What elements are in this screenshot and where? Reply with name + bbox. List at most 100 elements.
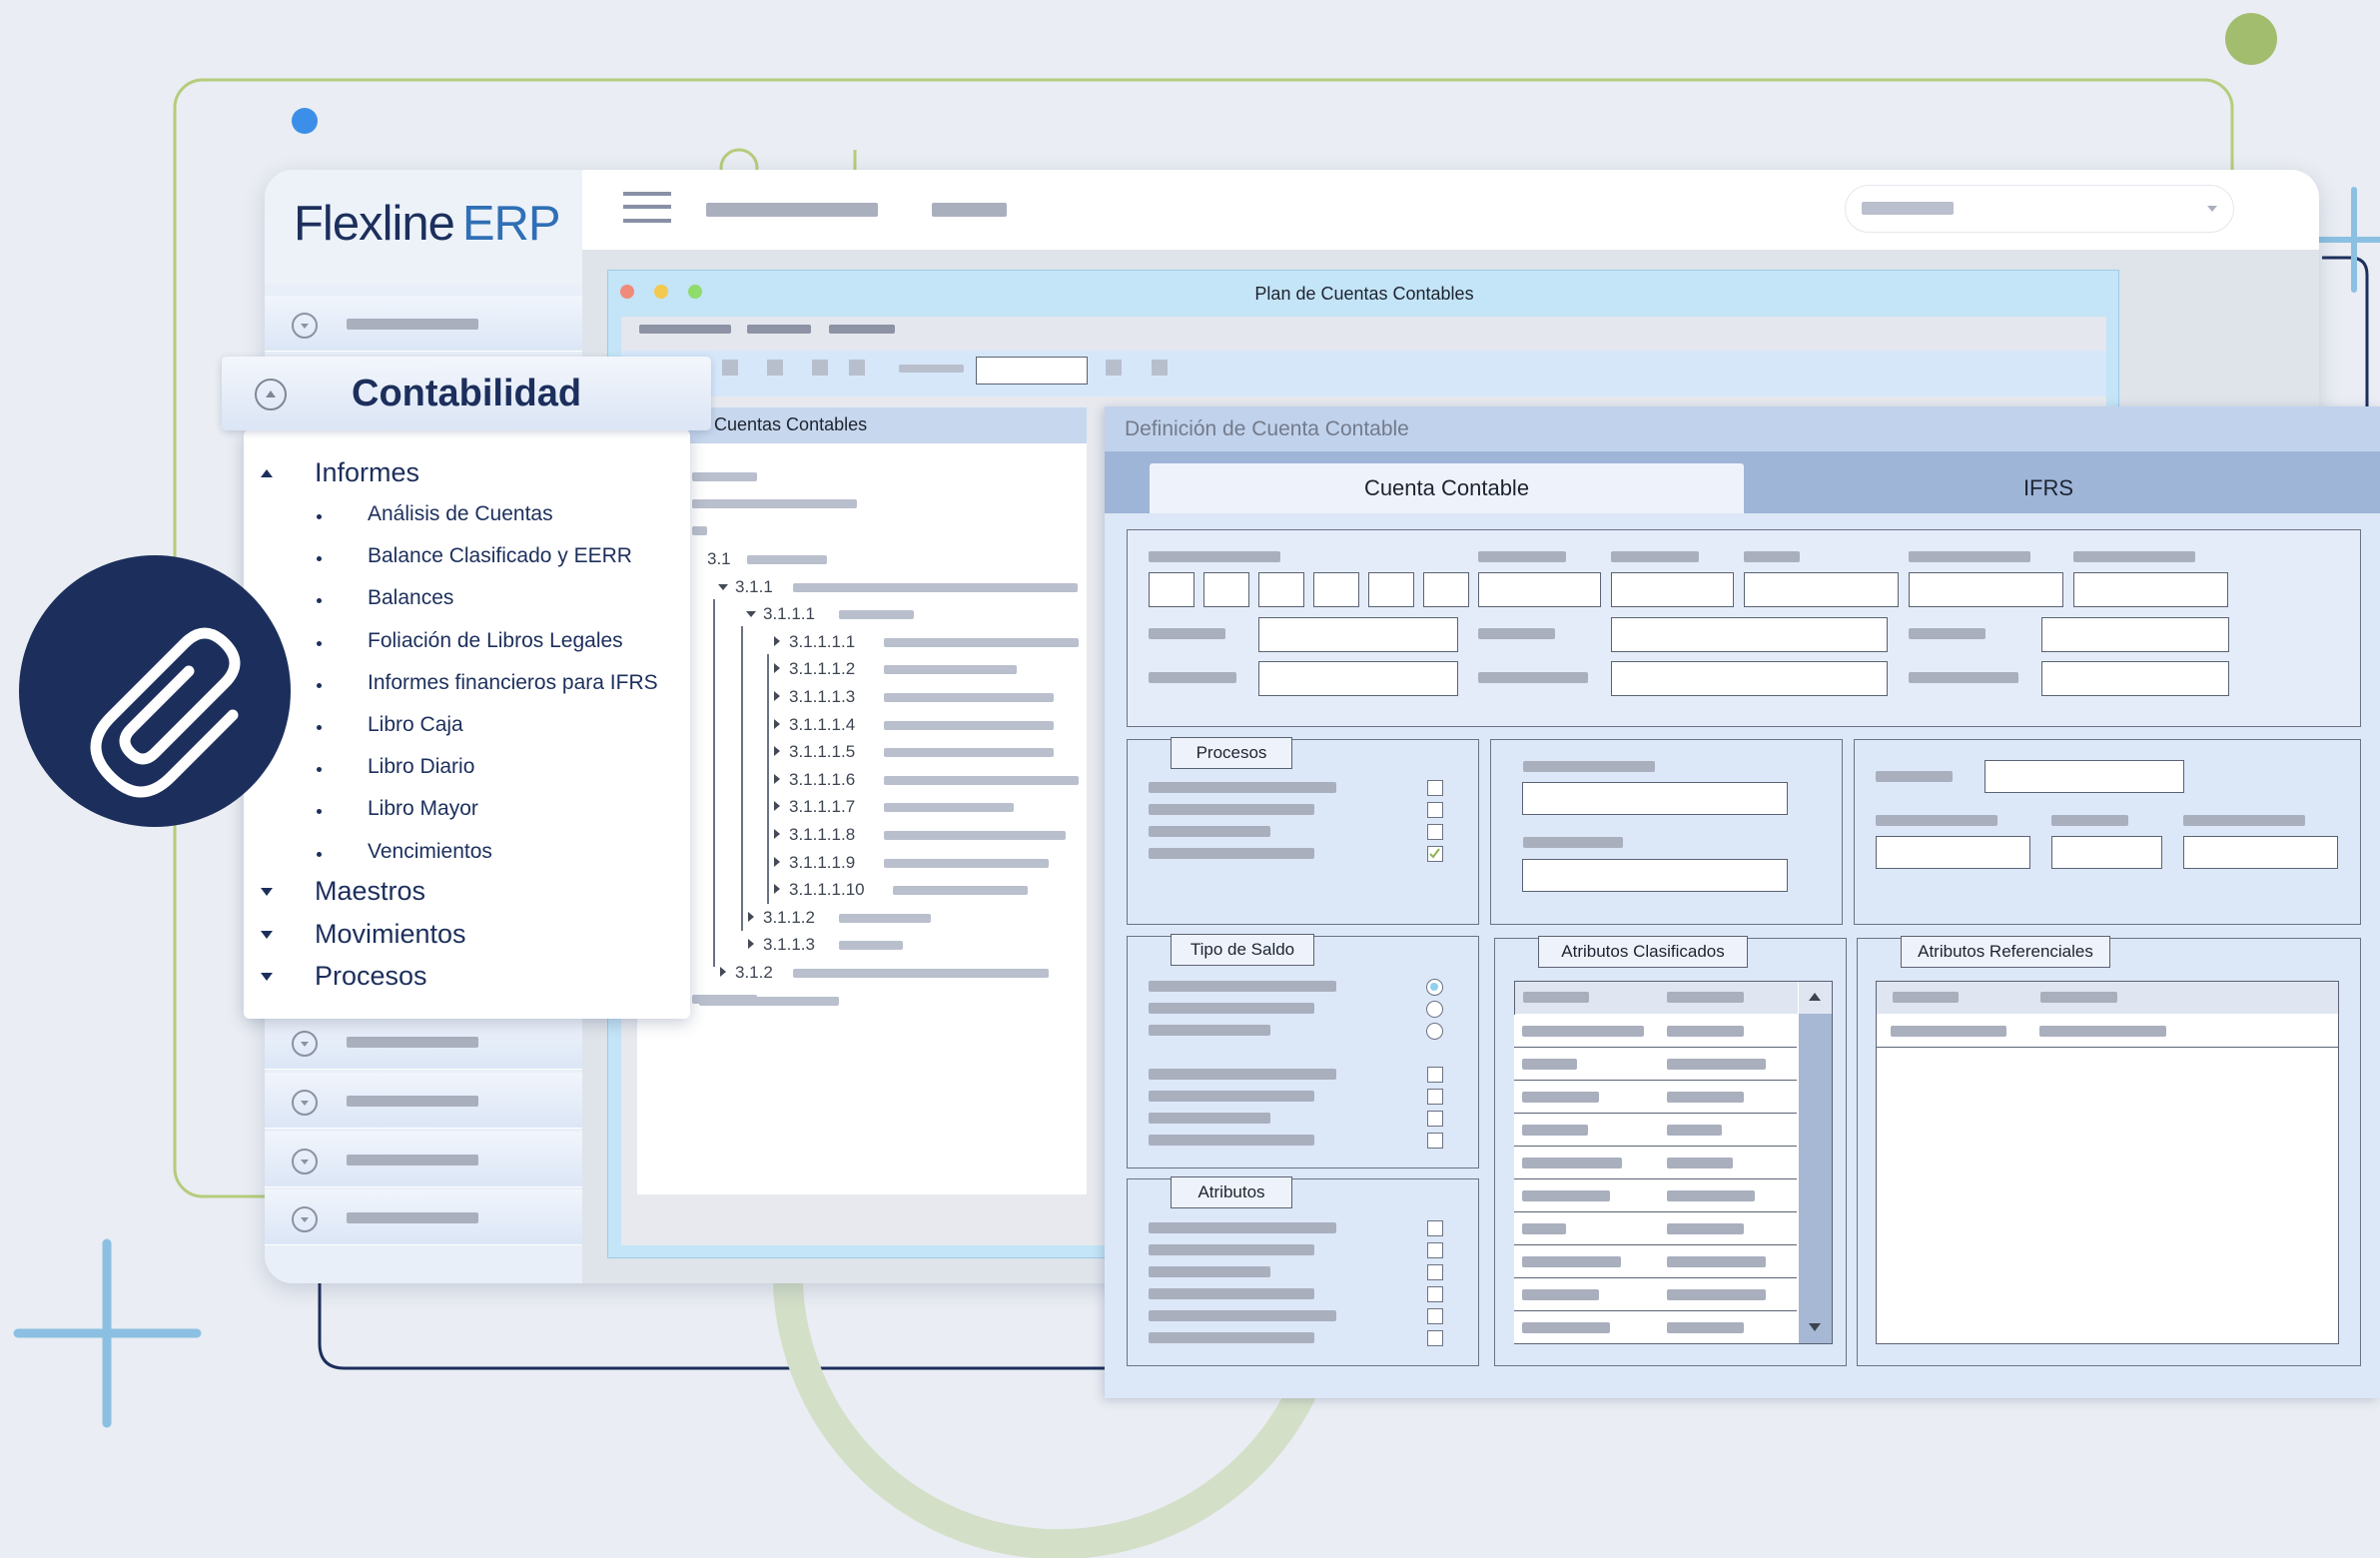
caret-right-icon[interactable] — [774, 663, 780, 674]
segment-input[interactable] — [1203, 572, 1249, 607]
sidebar-item[interactable] — [265, 1189, 582, 1245]
caret-right-icon[interactable] — [774, 718, 780, 729]
sidebar-item[interactable] — [265, 1014, 582, 1070]
caret-right-icon[interactable] — [748, 911, 754, 922]
caret-down-icon[interactable] — [261, 973, 273, 981]
caret-down-icon[interactable] — [746, 611, 756, 618]
menu-bar-item[interactable] — [747, 325, 811, 334]
scroll-up-icon[interactable] — [1799, 982, 1832, 1014]
field-input[interactable] — [1611, 572, 1734, 607]
field-input[interactable] — [2041, 617, 2229, 652]
atributos-checkbox[interactable] — [1427, 1264, 1443, 1280]
field-input[interactable] — [2073, 572, 2228, 607]
tree-node-label[interactable]: 3.1.1.1.8 — [789, 825, 855, 845]
table-row[interactable] — [1514, 1179, 1797, 1212]
toolbar-button[interactable] — [812, 360, 828, 376]
tree-node-label[interactable]: 3.1.1.1.6 — [789, 770, 855, 790]
tree-node-label[interactable]: 3.1.1.1.1 — [789, 632, 855, 652]
caret-right-icon[interactable] — [774, 691, 780, 701]
caret-down-icon[interactable] — [261, 931, 273, 939]
menu-item[interactable]: Foliación de Libros Legales — [368, 629, 623, 653]
toolbar-button[interactable] — [767, 360, 783, 376]
hamburger-icon[interactable] — [623, 190, 671, 226]
toolbar-search-input[interactable] — [976, 357, 1088, 385]
table-row[interactable] — [1514, 1081, 1797, 1114]
field-input[interactable] — [1611, 617, 1888, 652]
toolbar-button[interactable] — [1152, 360, 1168, 376]
atributos-checkbox[interactable] — [1427, 1220, 1443, 1236]
caret-right-icon[interactable] — [748, 939, 754, 950]
caret-right-icon[interactable] — [774, 884, 780, 895]
caret-right-icon[interactable] — [720, 967, 726, 977]
menu-item[interactable]: Informes financieros para IFRS — [368, 671, 658, 695]
tree-node-label[interactable]: 3.1.1.1.4 — [789, 715, 855, 735]
toolbar-button[interactable] — [722, 360, 738, 376]
field-input[interactable] — [1876, 836, 2030, 869]
tipo-saldo-radio-selected[interactable] — [1426, 979, 1443, 996]
tree-node-label[interactable]: 3.1.1.1 — [763, 604, 815, 624]
procesos-checkbox-checked[interactable] — [1427, 846, 1443, 862]
field-input[interactable] — [2183, 836, 2338, 869]
sidebar-item[interactable] — [265, 1073, 582, 1129]
grid-scrollbar[interactable] — [1799, 982, 1832, 1343]
field-input[interactable] — [1522, 859, 1788, 892]
table-row[interactable] — [1877, 1014, 2338, 1048]
atributos-checkbox[interactable] — [1427, 1308, 1443, 1324]
tipo-saldo-checkbox[interactable] — [1427, 1133, 1443, 1149]
menu-item[interactable]: Libro Diario — [368, 755, 474, 779]
table-row[interactable] — [1514, 1147, 1797, 1179]
tree-node-label[interactable]: 3.1.1.1.3 — [789, 687, 855, 707]
caret-right-icon[interactable] — [774, 829, 780, 839]
field-input[interactable] — [2041, 661, 2229, 696]
topbar-link-1[interactable] — [706, 203, 878, 217]
field-input[interactable] — [1909, 572, 2063, 607]
caret-right-icon[interactable] — [774, 801, 780, 812]
tab-ifrs[interactable]: IFRS — [1749, 463, 2348, 513]
segment-input[interactable] — [1258, 572, 1304, 607]
field-input[interactable] — [1258, 661, 1458, 696]
tipo-saldo-checkbox[interactable] — [1427, 1089, 1443, 1105]
tipo-saldo-checkbox[interactable] — [1427, 1067, 1443, 1083]
sidebar-item[interactable] — [265, 296, 582, 352]
toolbar-button[interactable] — [1106, 360, 1122, 376]
field-input[interactable] — [2051, 836, 2162, 869]
sidebar-item[interactable] — [265, 1132, 582, 1187]
procesos-checkbox[interactable] — [1427, 780, 1443, 796]
tree-node-label[interactable]: 3.1.1.1.5 — [789, 742, 855, 762]
topbar-link-2[interactable] — [932, 203, 1007, 217]
table-row[interactable] — [1514, 1212, 1797, 1245]
menu-bar-item[interactable] — [829, 325, 895, 334]
table-row[interactable] — [1514, 1278, 1797, 1311]
contabilidad-header[interactable]: Contabilidad — [222, 357, 711, 430]
table-row[interactable] — [1514, 1114, 1797, 1147]
menu-section-movimientos[interactable]: Movimientos — [315, 919, 466, 950]
caret-right-icon[interactable] — [774, 773, 780, 784]
table-row[interactable] — [1514, 1048, 1797, 1081]
table-row[interactable] — [1514, 1245, 1797, 1278]
atributos-checkbox[interactable] — [1427, 1330, 1443, 1346]
tipo-saldo-radio[interactable] — [1426, 1001, 1443, 1018]
tab-cuenta-contable[interactable]: Cuenta Contable — [1150, 463, 1744, 513]
segment-input[interactable] — [1149, 572, 1194, 607]
field-input[interactable] — [1522, 782, 1788, 815]
tree-node-label[interactable]: 3.1.1.1.7 — [789, 797, 855, 817]
menu-bar-item[interactable] — [639, 325, 731, 334]
tree-node-label[interactable]: 3.1.1.1.9 — [789, 853, 855, 873]
toolbar-button[interactable] — [849, 360, 865, 376]
scroll-down-icon[interactable] — [1799, 1311, 1832, 1343]
atributos-checkbox[interactable] — [1427, 1242, 1443, 1258]
procesos-checkbox[interactable] — [1427, 824, 1443, 840]
menu-item[interactable]: Análisis de Cuentas — [368, 502, 553, 526]
tree-node-label[interactable]: 3.1.1.1.10 — [789, 880, 865, 900]
field-input[interactable] — [1984, 760, 2184, 793]
menu-section-informes[interactable]: Informes — [315, 457, 419, 488]
segment-input[interactable] — [1368, 572, 1414, 607]
segment-input[interactable] — [1313, 572, 1359, 607]
segment-input[interactable] — [1423, 572, 1469, 607]
tipo-saldo-checkbox[interactable] — [1427, 1111, 1443, 1127]
menu-section-maestros[interactable]: Maestros — [315, 876, 425, 907]
atributos-checkbox[interactable] — [1427, 1286, 1443, 1302]
caret-right-icon[interactable] — [774, 856, 780, 867]
tree-node-label[interactable]: 3.1.1.2 — [763, 908, 815, 928]
menu-item[interactable]: Libro Mayor — [368, 797, 478, 821]
